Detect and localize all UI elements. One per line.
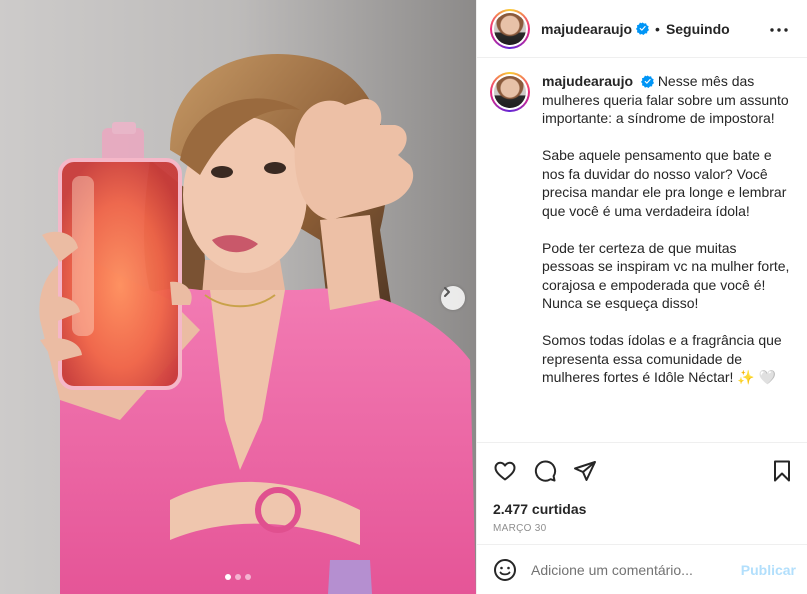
publish-button[interactable]: Publicar (741, 562, 796, 578)
action-bar (477, 443, 807, 499)
caption-avatar[interactable] (490, 72, 530, 112)
carousel-dot (235, 574, 241, 580)
carousel-dot (245, 574, 251, 580)
verified-badge-icon (640, 75, 654, 88)
carousel-dot (225, 574, 231, 580)
avatar[interactable] (490, 8, 530, 49)
caption-paragraph: Somos todas ídolas e a fragrância que re… (542, 332, 782, 385)
carousel-indicator (0, 574, 476, 580)
post-actions-block: 2.477 curtidas MARÇO 30 (477, 442, 807, 534)
comment-bar: Publicar (477, 544, 807, 594)
caption-paragraph: Pode ter certeza de que muitas pessoas s… (542, 239, 790, 312)
caption-text: majudearaujo Nesse mês das mulheres quer… (542, 72, 790, 442)
caption-paragraph: Sabe aquele pensamento que bate e nos fa… (542, 147, 787, 219)
verified-badge-icon (636, 22, 650, 35)
post-header: majudearaujo • Seguindo (477, 0, 807, 58)
caption: majudearaujo Nesse mês das mulheres quer… (477, 58, 807, 442)
likes-count[interactable]: 2.477 curtidas (477, 501, 807, 517)
following-button[interactable]: Seguindo (666, 21, 730, 37)
avatar-image (494, 12, 526, 45)
comment-input[interactable] (531, 561, 741, 578)
avatar-image (494, 76, 526, 108)
post-media[interactable] (0, 0, 476, 594)
header-separator: • (655, 20, 660, 37)
emoji-icon[interactable] (493, 558, 517, 582)
comment-icon[interactable] (533, 459, 557, 483)
header-username[interactable]: majudearaujo (541, 21, 632, 37)
post-date: MARÇO 30 (493, 523, 547, 534)
post-photo (0, 0, 476, 594)
more-options-icon[interactable] (769, 20, 789, 38)
carousel-next-button[interactable] (441, 286, 465, 310)
bookmark-icon[interactable] (770, 459, 794, 483)
share-icon[interactable] (573, 459, 597, 483)
heart-icon[interactable] (493, 459, 517, 483)
caption-username[interactable]: majudearaujo (542, 73, 633, 89)
post-side-panel: majudearaujo • Seguindo majudearaujo Nes… (476, 0, 807, 594)
